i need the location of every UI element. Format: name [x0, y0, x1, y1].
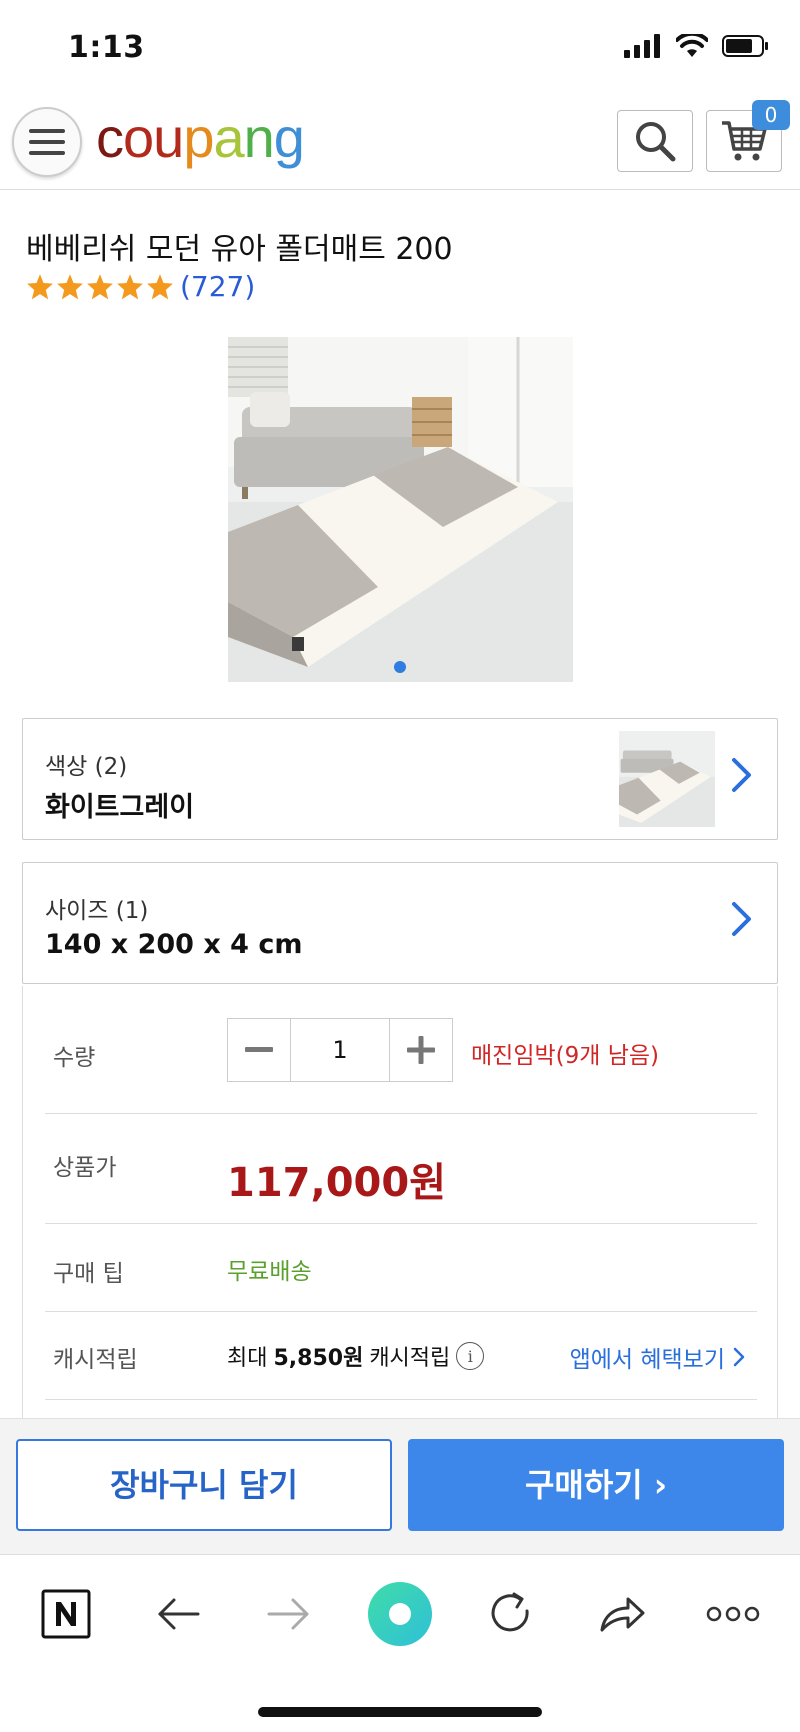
- add-to-cart-button[interactable]: 장바구니 담기: [16, 1439, 392, 1531]
- chevron-right-icon: [732, 902, 751, 936]
- signal-icon: [624, 34, 660, 58]
- quantity-increase-button[interactable]: [390, 1019, 452, 1081]
- quantity-input[interactable]: 1: [290, 1019, 390, 1081]
- logo-letter: a: [213, 106, 244, 169]
- color-option-label: 색상 (2): [45, 754, 128, 780]
- search-button[interactable]: [617, 110, 693, 172]
- cash-reward-prefix: 최대: [227, 1346, 268, 1371]
- forward-button[interactable]: [254, 1579, 324, 1649]
- home-button[interactable]: [365, 1579, 435, 1649]
- cash-reward-text: 최대 5,850원 캐시적립 i: [227, 1340, 485, 1372]
- price-row: 상품가 117,000원: [45, 1114, 757, 1224]
- quantity-label: 수량: [53, 1045, 96, 1071]
- size-option-value: 140 x 200 x 4 cm: [45, 929, 303, 960]
- star-icon: [27, 274, 53, 300]
- naver-button[interactable]: [31, 1579, 101, 1649]
- product-photo: [228, 337, 573, 682]
- product-title: 베베리쉬 모던 유아 폴더매트 200: [26, 232, 453, 267]
- chevron-right-icon: [733, 1347, 745, 1367]
- coupang-logo[interactable]: coupang: [96, 106, 305, 169]
- menu-button[interactable]: [12, 107, 82, 177]
- back-icon: [158, 1598, 200, 1630]
- logo-letter: p: [183, 106, 214, 169]
- cash-reward-suffix: 캐시적립: [369, 1346, 451, 1371]
- purchase-details: 수량 1 매진임박(9개 남음) 상품가 117,000원 구매 팁 무료배송 …: [22, 986, 778, 1420]
- reload-button[interactable]: [476, 1579, 546, 1649]
- reload-icon: [491, 1592, 529, 1632]
- battery-icon: [722, 35, 768, 57]
- home-icon: [368, 1582, 432, 1646]
- size-option-selector[interactable]: 사이즈 (1) 140 x 200 x 4 cm: [22, 862, 778, 984]
- tip-label: 구매 팁: [53, 1261, 124, 1287]
- status-icons: [624, 34, 770, 58]
- purchase-action-bar: 장바구니 담기 구매하기 ›: [0, 1418, 800, 1554]
- star-icon: [117, 274, 143, 300]
- logo-letter: u: [153, 106, 184, 169]
- rating-stars: [26, 273, 174, 300]
- share-button[interactable]: [587, 1579, 657, 1649]
- logo-letter: g: [273, 106, 305, 169]
- browser-toolbar: [0, 1554, 800, 1732]
- app-benefit-link-label: 앱에서 혜택보기: [569, 1347, 725, 1373]
- size-option-label: 사이즈 (1): [45, 898, 149, 924]
- carousel-indicator[interactable]: [394, 661, 406, 673]
- wifi-icon: [676, 34, 708, 57]
- buy-now-button[interactable]: 구매하기 ›: [408, 1439, 784, 1531]
- plus-icon: [407, 1036, 435, 1064]
- minus-icon: [245, 1047, 273, 1052]
- cart-count-badge: 0: [752, 100, 790, 130]
- color-option-value: 화이트그레이: [45, 792, 195, 823]
- cash-reward-amount: 5,850원: [273, 1346, 364, 1371]
- more-icon: [706, 1606, 760, 1622]
- thumbnail-photo: [619, 731, 715, 827]
- cash-reward-row: 캐시적립 최대 5,850원 캐시적립 i 앱에서 혜택보기: [45, 1312, 757, 1400]
- tip-row: 구매 팁 무료배송: [45, 1224, 757, 1312]
- star-icon: [57, 274, 83, 300]
- review-count[interactable]: (727): [180, 270, 255, 303]
- more-button[interactable]: [698, 1579, 768, 1649]
- naver-icon: [41, 1589, 91, 1639]
- forward-icon: [267, 1598, 309, 1630]
- star-icon: [147, 274, 173, 300]
- back-button[interactable]: [143, 1579, 213, 1649]
- status-time: 1:13: [68, 30, 145, 65]
- status-bar: 1:13: [0, 0, 800, 100]
- logo-letter: o: [123, 106, 154, 169]
- color-option-thumbnail: [619, 731, 715, 827]
- logo-letter: n: [243, 106, 275, 169]
- share-icon: [600, 1597, 645, 1632]
- star-icon: [87, 274, 113, 300]
- product-price: 117,000원: [227, 1160, 446, 1206]
- home-indicator[interactable]: [258, 1707, 542, 1717]
- price-label: 상품가: [53, 1155, 117, 1181]
- logo-letter: c: [96, 106, 124, 169]
- stock-warning: 매진임박(9개 남음): [471, 1043, 660, 1069]
- product-image[interactable]: [228, 337, 573, 682]
- app-benefit-link[interactable]: 앱에서 혜택보기: [570, 1340, 745, 1374]
- free-shipping-text: 무료배송: [227, 1259, 312, 1285]
- info-icon[interactable]: i: [456, 1342, 485, 1370]
- product-rating[interactable]: (727): [26, 270, 255, 303]
- search-icon: [636, 122, 676, 162]
- chevron-right-icon: [732, 758, 751, 792]
- menu-icon: [29, 129, 65, 155]
- quantity-stepper: 1: [227, 1018, 453, 1082]
- color-option-selector[interactable]: 색상 (2) 화이트그레이: [22, 718, 778, 840]
- quantity-row: 수량 1 매진임박(9개 남음): [45, 986, 757, 1114]
- quantity-decrease-button[interactable]: [228, 1019, 290, 1081]
- cash-reward-label: 캐시적립: [53, 1347, 138, 1373]
- site-header: coupang: [0, 100, 800, 190]
